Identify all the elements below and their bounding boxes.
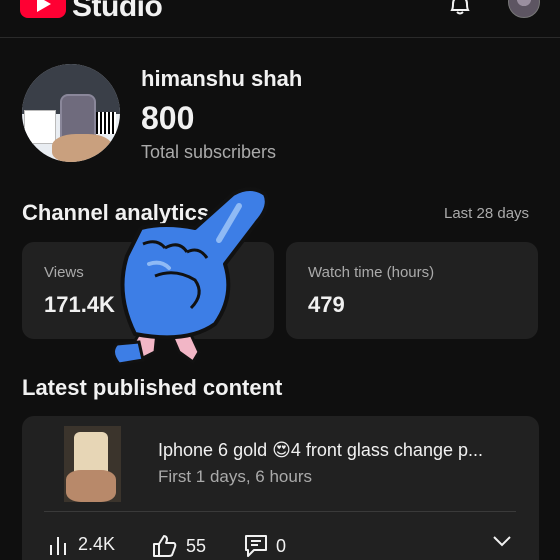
channel-avatar[interactable]: [22, 64, 120, 162]
watch-time-label: Watch time (hours): [308, 264, 435, 281]
thumbnail-hand: [66, 470, 116, 502]
views-stat-value: 2.4K: [78, 534, 116, 554]
likes-stat-value: 55: [186, 535, 207, 556]
subscriber-count: 800: [141, 100, 195, 136]
comment-icon: [245, 535, 267, 557]
latest-content-title: Latest published content: [22, 375, 283, 400]
channel-name: himanshu shah: [141, 66, 303, 91]
avatar-card: [24, 110, 56, 144]
views-label: Views: [44, 264, 84, 281]
latest-video-card[interactable]: Iphone 6 gold 😍4 front glass change p...…: [22, 416, 539, 560]
thumbs-up-icon: [153, 535, 177, 557]
bar-chart-icon: [50, 536, 66, 555]
likes-stat: 55: [152, 534, 206, 558]
youtube-logo-icon[interactable]: [20, 0, 66, 18]
top-app-bar: Studio: [0, 0, 560, 38]
video-subtitle: First 1 days, 6 hours: [158, 467, 313, 486]
video-title[interactable]: Iphone 6 gold 😍4 front glass change p...: [158, 440, 518, 461]
bell-icon[interactable]: [448, 0, 472, 16]
avatar-qr-code: [96, 112, 116, 134]
subscriber-label: Total subscribers: [141, 142, 277, 162]
views-stat: 2.4K: [48, 534, 115, 555]
comments-stat: 0: [244, 534, 286, 558]
foam-finger-sticker: [112, 187, 269, 366]
watch-time-value: 479: [308, 292, 345, 317]
analytics-period: Last 28 days: [444, 205, 530, 222]
divider: [44, 511, 516, 512]
chevron-down-icon[interactable]: [492, 534, 512, 548]
avatar-hand: [52, 134, 112, 162]
app-title: Studio: [72, 0, 163, 23]
comments-stat-value: 0: [276, 535, 287, 556]
video-thumbnail[interactable]: [64, 426, 121, 502]
watch-time-card[interactable]: Watch time (hours) 479: [286, 242, 538, 339]
account-avatar[interactable]: [508, 0, 540, 18]
